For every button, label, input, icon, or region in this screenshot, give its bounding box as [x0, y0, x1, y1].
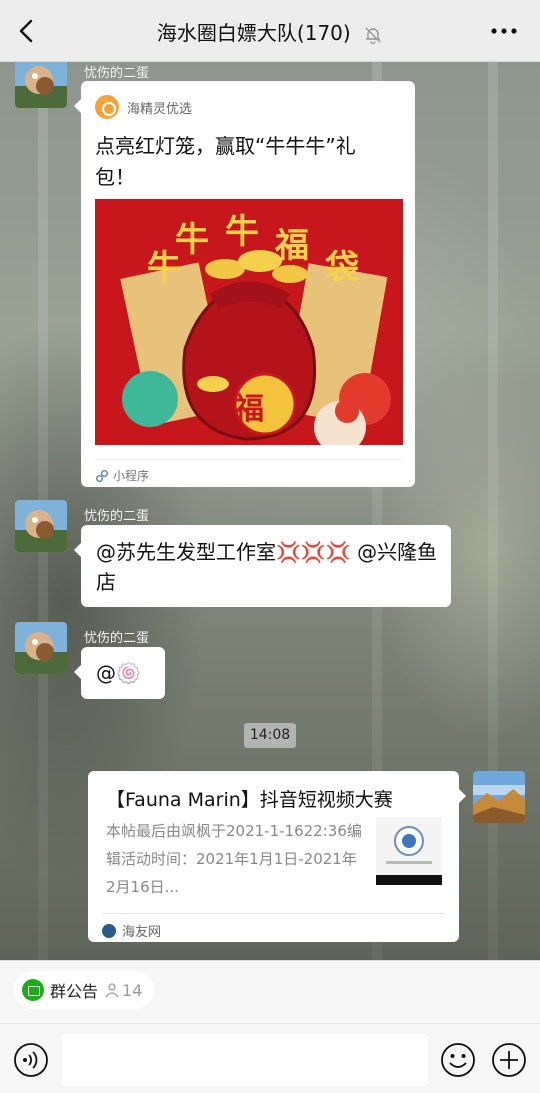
- sender-name: 忧伤的二蛋: [84, 509, 150, 524]
- cover-char: 牛: [175, 220, 209, 260]
- mini-program-header: 海精灵优选: [95, 95, 192, 119]
- text-message[interactable]: @🍥: [74, 647, 165, 699]
- chat-header: 海水圈白嫖大队(170): [0, 0, 540, 62]
- message-text: @🍥: [96, 661, 141, 685]
- source-logo-icon: [102, 923, 116, 938]
- group-notice-button[interactable]: 群公告 14: [14, 971, 155, 1009]
- message-text: @苏先生发型工作室💢💢💢 @兴隆鱼店: [96, 540, 438, 594]
- avatar[interactable]: [473, 771, 525, 823]
- notice-label: 群公告: [50, 982, 99, 1001]
- more-dots-icon[interactable]: [490, 22, 518, 40]
- chat-title-wrap[interactable]: 海水圈白嫖大队(170): [0, 17, 540, 46]
- person-icon: [105, 983, 119, 998]
- mini-program-icon: [96, 469, 108, 482]
- avatar[interactable]: [15, 500, 67, 552]
- plus-icon[interactable]: [491, 1042, 527, 1078]
- voice-icon[interactable]: [13, 1042, 49, 1078]
- link-source: 海友网: [122, 925, 162, 940]
- message-input[interactable]: [62, 1034, 428, 1086]
- emoji-icon[interactable]: [440, 1042, 476, 1078]
- text-message[interactable]: @苏先生发型工作室💢💢💢 @兴隆鱼店: [74, 525, 451, 607]
- mini-program-footer: 小程序: [95, 459, 401, 487]
- chat-title: 海水圈白嫖大队(170): [156, 21, 351, 45]
- sender-name: 忧伤的二蛋: [84, 66, 150, 81]
- mini-program-title: 点亮红灯笼，赢取“牛牛牛”礼包！: [95, 134, 356, 189]
- cover-char: 福: [274, 226, 309, 266]
- cover-bag-char: 福: [233, 392, 264, 427]
- notice-icon: [22, 979, 44, 1001]
- mini-program-card[interactable]: 海精灵优选 点亮红灯笼，赢取“牛牛牛”礼包！ 牛 牛 牛 福 袋 福 小程序: [74, 81, 415, 487]
- bell-off-icon: [365, 27, 381, 44]
- time-divider: 14:08: [244, 723, 296, 748]
- cover-char: 牛: [225, 212, 259, 252]
- link-thumbnail: [376, 817, 442, 885]
- mini-program-name: 海精灵优选: [127, 101, 193, 117]
- notice-count: 14: [104, 981, 142, 1000]
- sender-name: 忧伤的二蛋: [84, 631, 150, 646]
- link-title: 【Fauna Marin】抖音短视频大赛: [106, 789, 393, 811]
- link-footer: 海友网: [102, 913, 445, 943]
- mini-program-cover: 牛 牛 牛 福 袋 福: [95, 199, 403, 445]
- input-bar: [0, 1023, 540, 1093]
- bottom-panel: 群公告 14: [0, 960, 540, 1093]
- avatar[interactable]: [15, 56, 67, 108]
- cover-char: 袋: [324, 248, 359, 288]
- link-description: 本帖最后由飒枫于2021-1-1622:36编辑活动时间：2021年1月1日-2…: [106, 822, 362, 896]
- notice-count-value: 14: [122, 980, 143, 1000]
- link-card[interactable]: 【Fauna Marin】抖音短视频大赛 本帖最后由飒枫于2021-1-1622…: [88, 771, 466, 943]
- avatar[interactable]: [15, 622, 67, 674]
- app-logo-icon: [95, 95, 119, 119]
- mini-program-footer-label: 小程序: [113, 469, 150, 483]
- rain-streak: [488, 62, 498, 960]
